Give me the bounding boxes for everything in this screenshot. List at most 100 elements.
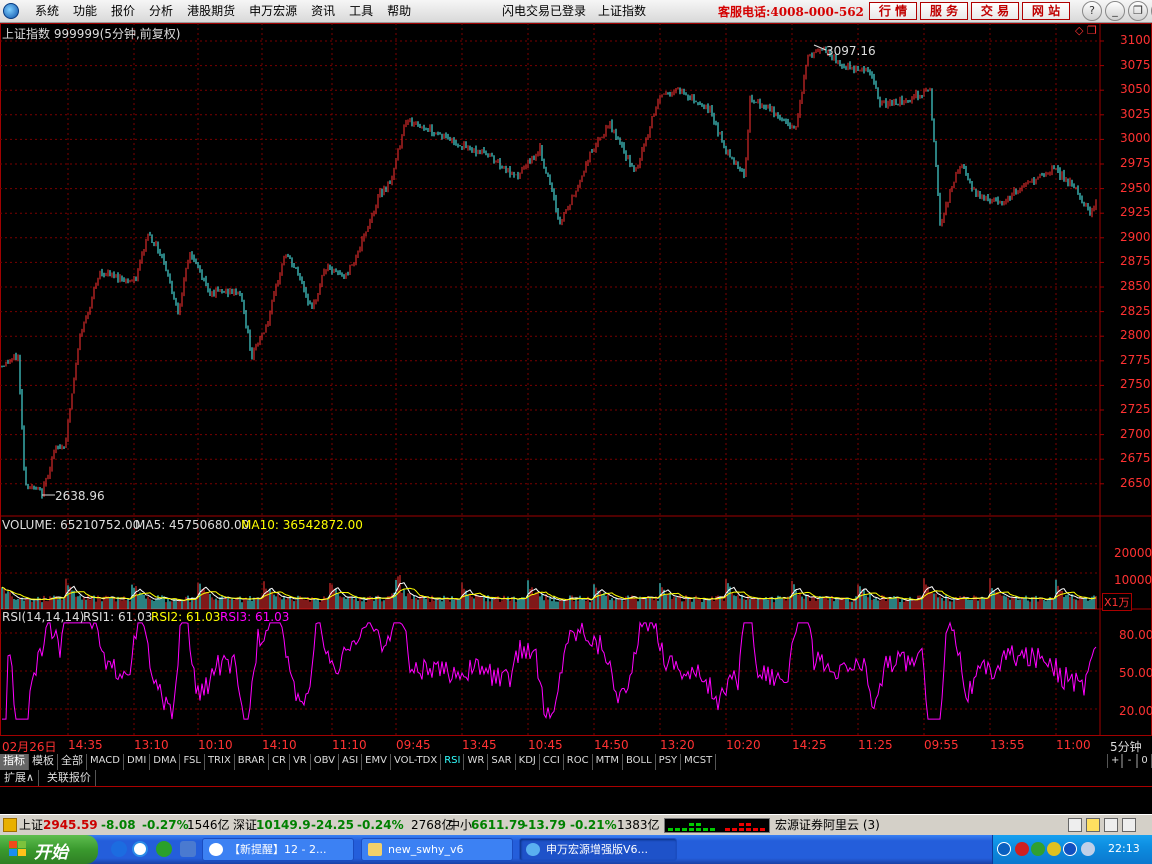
chart-settings-icon[interactable]: ◇ ❐ — [1075, 24, 1097, 37]
indicator-tab-kdj[interactable]: KDJ — [516, 754, 540, 770]
help-icon[interactable]: ? — [1082, 1, 1102, 21]
tray-security-icon[interactable] — [1031, 842, 1045, 856]
indicator-tab-rsi[interactable]: RSI — [441, 754, 465, 770]
price-axis-label: 3025 — [1120, 106, 1151, 121]
title-info: 闪电交易已登录 上证指数 — [502, 3, 646, 19]
tray-media-icon[interactable] — [1047, 842, 1061, 856]
sh-amount: 1546亿 — [187, 818, 230, 832]
sh-label: 上证 — [19, 818, 44, 832]
sz-change: -24.25 — [311, 818, 354, 832]
price-axis-label: 3100 — [1120, 33, 1151, 47]
browser-green-icon[interactable] — [156, 841, 172, 857]
indicator-tab-psy[interactable]: PSY — [656, 754, 682, 770]
indicator-tab-vr[interactable]: VR — [290, 754, 311, 770]
start-button[interactable]: 开始 — [0, 835, 98, 864]
indicator-tab-brar[interactable]: BRAR — [235, 754, 269, 770]
price-axis-label: 2750 — [1120, 377, 1151, 392]
time-axis-label: 11:25 — [858, 738, 893, 752]
login-status[interactable]: 闪电交易已登录 — [502, 3, 586, 19]
menu-item-quote[interactable]: 报价 — [104, 3, 142, 19]
rsi-name: RSI(14,14,14) — [2, 610, 85, 624]
tray-back-icon[interactable] — [997, 842, 1011, 856]
app-logo-icon[interactable] — [3, 3, 19, 19]
zx-pct: -0.21% — [570, 818, 617, 832]
taskbar-item-app[interactable]: 申万宏源增强版V6... — [519, 838, 677, 861]
indicator-tab-[interactable]: 模板 — [29, 754, 58, 770]
time-axis-label: 09:55 — [924, 738, 959, 752]
show-desktop-icon[interactable] — [180, 841, 196, 857]
indicator-tab-trix[interactable]: TRIX — [205, 754, 235, 770]
zx-label: 中小 — [448, 818, 473, 832]
market-breadth-bars — [664, 818, 770, 833]
indicator-tab-mcst[interactable]: MCST — [681, 754, 717, 770]
indicator-tab-obv[interactable]: OBV — [311, 754, 339, 770]
price-axis-label: 3000 — [1120, 131, 1151, 146]
related-quotes-button[interactable]: 关联报价 — [43, 770, 96, 786]
sz-pct: -0.24% — [357, 818, 404, 832]
browser-icon[interactable] — [132, 841, 148, 857]
ie-browser-icon[interactable] — [111, 841, 127, 857]
reset-button[interactable]: 0 — [1137, 754, 1152, 768]
indicator-tab-dma[interactable]: DMA — [150, 754, 181, 770]
expand-button[interactable]: 扩展∧ — [0, 770, 40, 786]
indicator-tab-fsl[interactable]: FSL — [180, 754, 205, 770]
indicator-tab-asi[interactable]: ASI — [339, 754, 363, 770]
high-price-label: 3097.16 — [826, 44, 876, 58]
tray-shield-icon[interactable] — [1063, 842, 1077, 856]
alert-bell-icon[interactable] — [1086, 818, 1100, 832]
sz-value: 10149.9 — [256, 818, 311, 832]
rsi3-value: RSI3: 61.03 — [220, 610, 290, 624]
tools-icon[interactable] — [1122, 818, 1136, 832]
market-button[interactable]: 行 情 — [869, 2, 917, 20]
clock[interactable]: 22:13 — [1108, 842, 1140, 855]
tray-app-icon[interactable] — [1015, 842, 1029, 856]
volume-icon[interactable] — [1081, 842, 1095, 856]
time-axis-label: 13:55 — [990, 738, 1025, 752]
menu-item-help[interactable]: 帮助 — [380, 3, 418, 19]
indicator-tab-[interactable]: 指标 — [0, 754, 29, 770]
menu-item-tools[interactable]: 工具 — [342, 3, 380, 19]
indicator-tab-mtm[interactable]: MTM — [593, 754, 623, 770]
time-axis-label: 02月26日 — [2, 740, 57, 754]
app-icon — [526, 843, 540, 856]
start-label: 开始 — [34, 843, 68, 863]
price-axis-label: 2775 — [1120, 352, 1151, 367]
zoom-in-button[interactable]: + — [1107, 754, 1122, 768]
restore-icon[interactable]: ❐ — [1128, 1, 1148, 21]
menu-item-analysis[interactable]: 分析 — [142, 3, 180, 19]
layout-icon[interactable] — [1068, 818, 1082, 832]
indicator-tab-sar[interactable]: SAR — [488, 754, 516, 770]
indicator-tab-roc[interactable]: ROC — [564, 754, 593, 770]
kline-chart[interactable] — [0, 23, 1152, 754]
menu-item-function[interactable]: 功能 — [66, 3, 104, 19]
zoom-out-button[interactable]: - — [1122, 754, 1137, 768]
minimize-icon[interactable]: _ — [1105, 1, 1125, 21]
trade-button[interactable]: 交 易 — [971, 2, 1019, 20]
service-button[interactable]: 服 务 — [920, 2, 968, 20]
indicator-tab-cci[interactable]: CCI — [540, 754, 564, 770]
indicator-tab-emv[interactable]: EMV — [362, 754, 391, 770]
menu-item-hk-futures[interactable]: 港股期货 — [180, 3, 242, 19]
menu-item-system[interactable]: 系统 — [28, 3, 66, 19]
server-name[interactable]: 宏源证券阿里云 (3) — [775, 818, 880, 832]
index-icon[interactable] — [3, 818, 17, 832]
indicator-tab-[interactable]: 全部 — [58, 754, 87, 770]
indicator-tab-cr[interactable]: CR — [269, 754, 290, 770]
indicator-tab-dmi[interactable]: DMI — [124, 754, 151, 770]
indicator-tab-wr[interactable]: WR — [464, 754, 489, 770]
price-axis-label: 2800 — [1120, 328, 1151, 343]
indicator-tab-boll[interactable]: BOLL — [623, 754, 656, 770]
indicator-tab-macd[interactable]: MACD — [87, 754, 124, 770]
chart-area[interactable]: 上证指数 999999(5分钟,前复权) ◇ ❐ 3100 3075 3050 302… — [0, 23, 1152, 754]
signal-icon[interactable] — [1104, 818, 1118, 832]
period-label[interactable]: 5分钟 — [1110, 738, 1142, 755]
chart-header: 上证指数 999999(5分钟,前复权) — [2, 27, 181, 41]
indicator-tab-voltdx[interactable]: VOL-TDX — [391, 754, 442, 770]
taskbar-item-folder[interactable]: new_swhy_v6 — [361, 838, 513, 861]
website-button[interactable]: 网 站 — [1022, 2, 1070, 20]
price-axis-label: 2875 — [1120, 254, 1151, 269]
taskbar-item-browser[interactable]: 【新提醒】12 - 2... — [202, 838, 354, 861]
low-price-label: 2638.96 — [55, 489, 105, 503]
menu-item-info[interactable]: 资讯 — [304, 3, 342, 19]
menu-item-swhy[interactable]: 申万宏源 — [242, 3, 304, 19]
